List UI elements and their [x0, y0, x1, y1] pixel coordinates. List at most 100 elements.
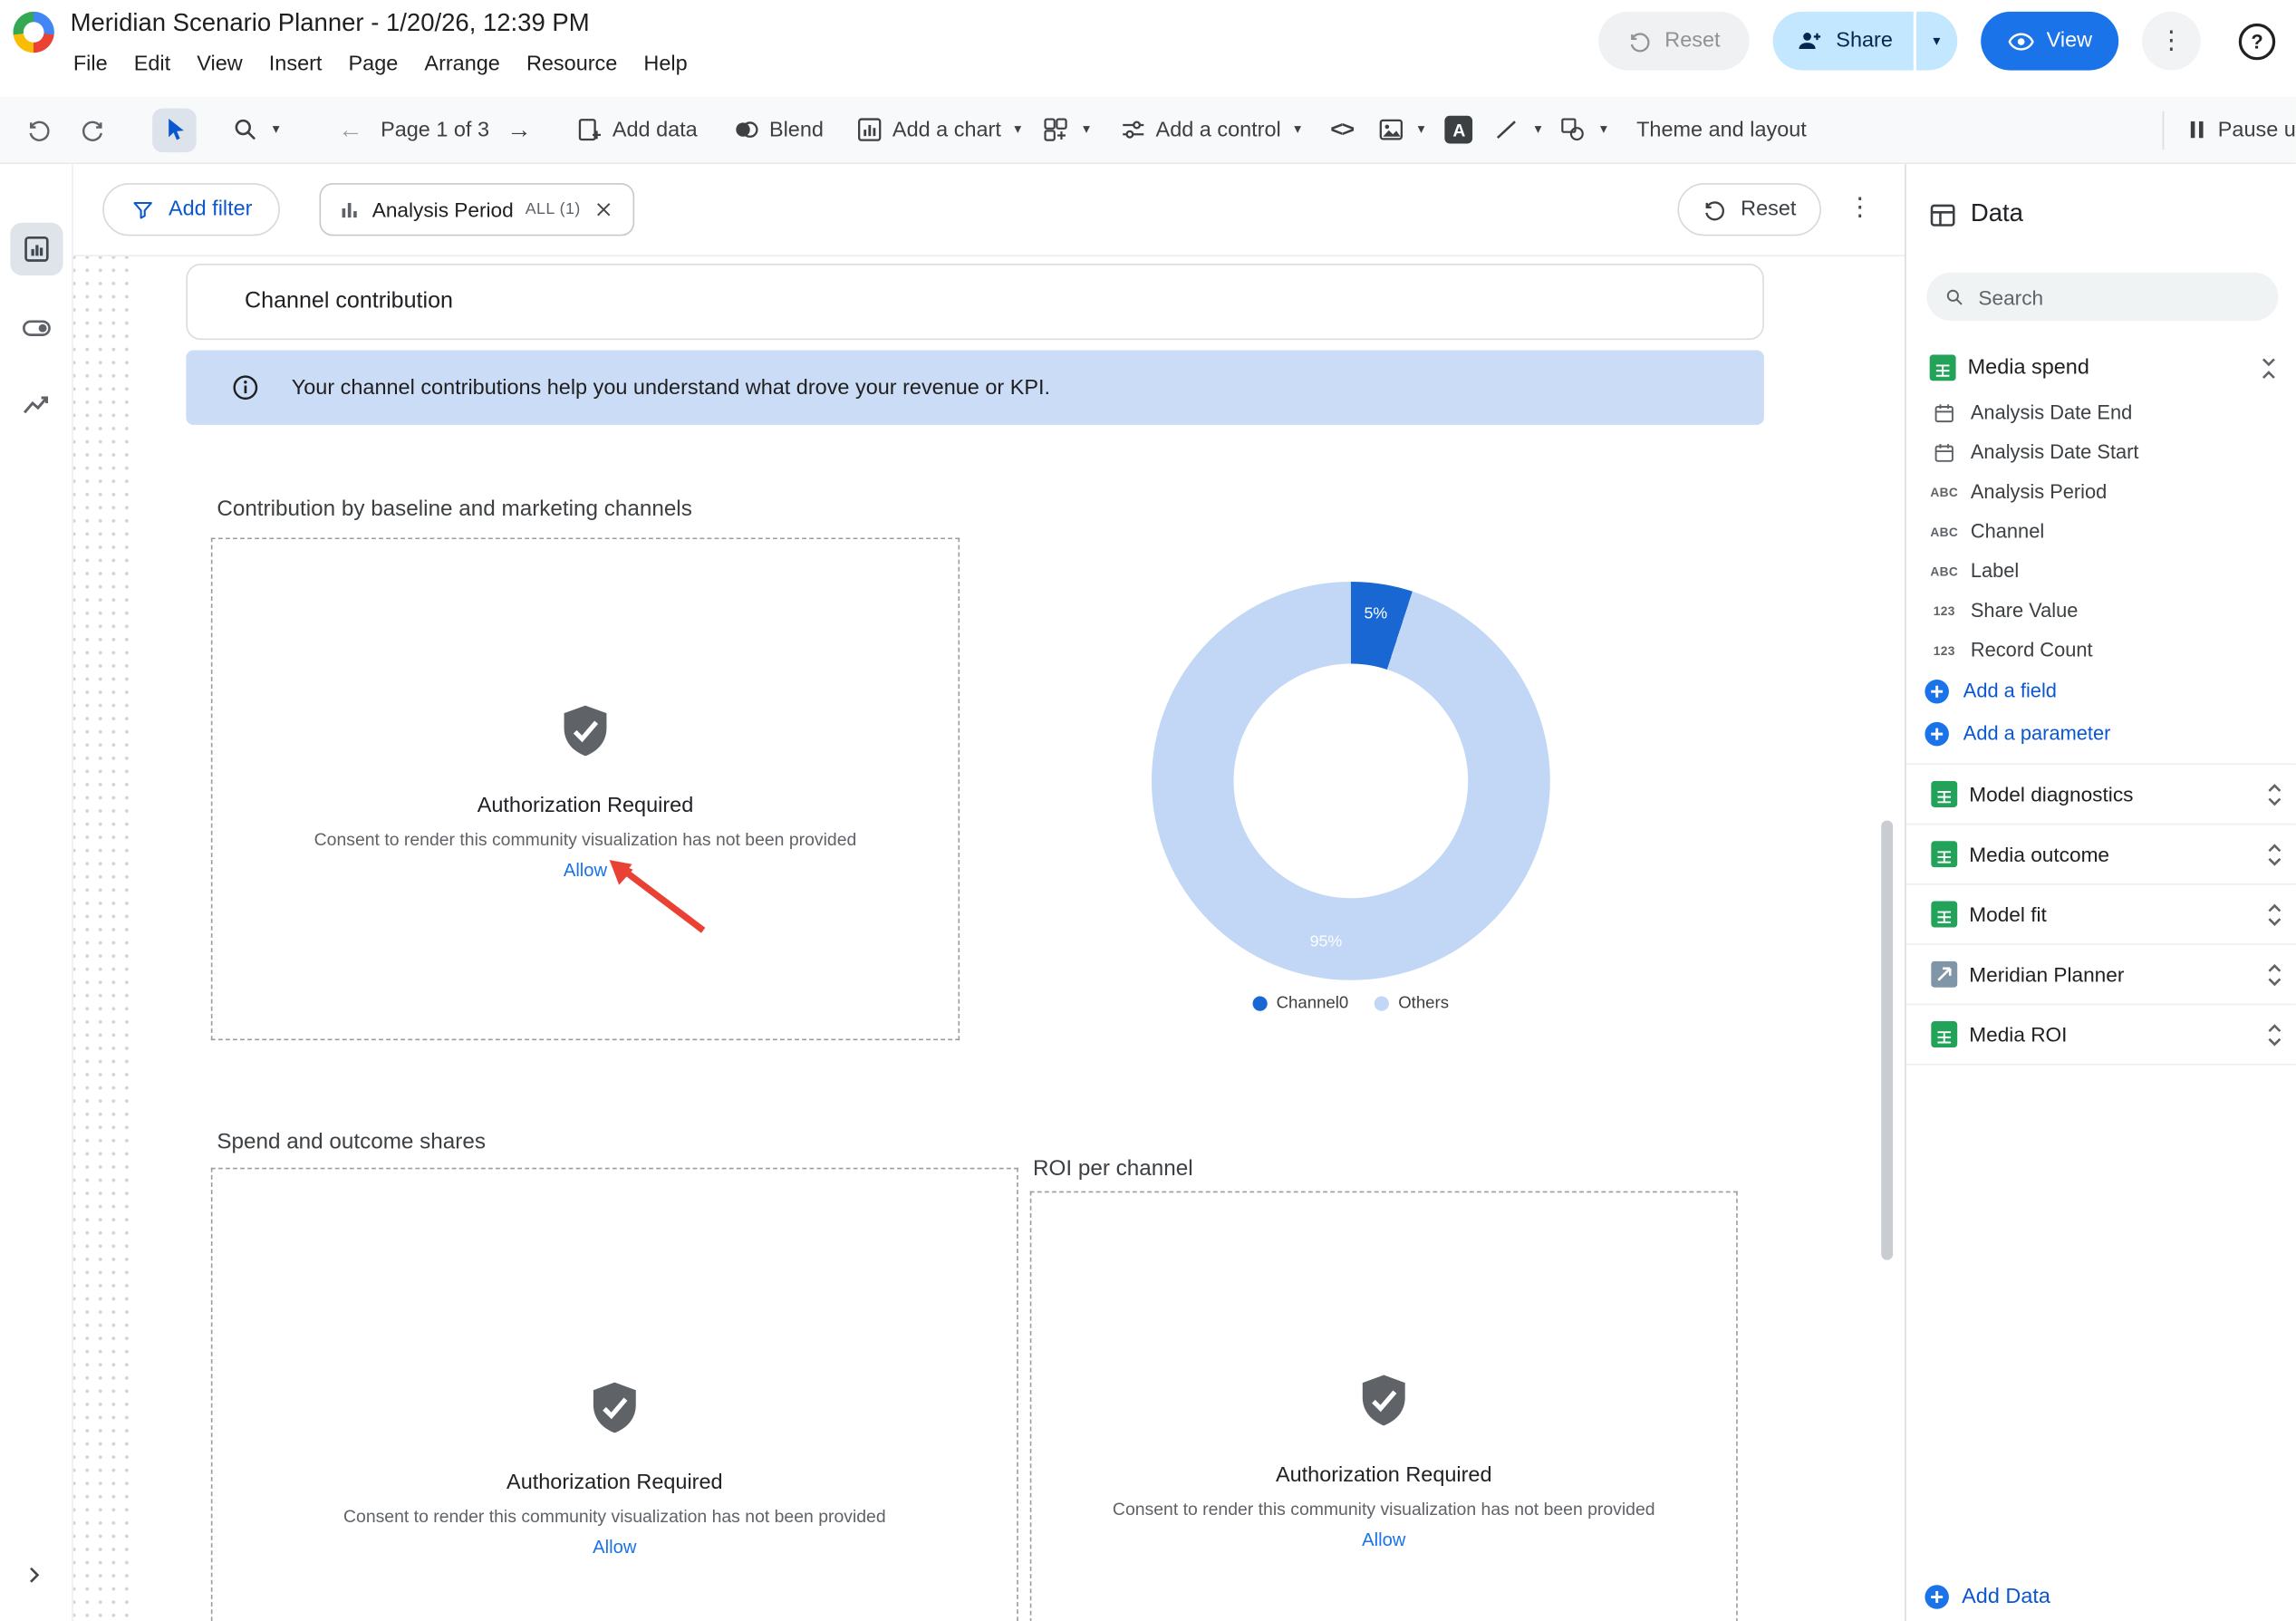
page-indicator[interactable]: Page 1 of 3 — [381, 118, 489, 141]
add-chart-button[interactable]: Add a chart ▾ — [856, 116, 1022, 144]
trend-icon — [21, 390, 53, 422]
analysis-period-filter-chip[interactable]: Analysis Period ALL (1) — [320, 183, 635, 236]
add-data-button[interactable]: Add data — [575, 116, 697, 144]
channel-contribution-card[interactable]: Channel contribution — [186, 264, 1764, 340]
unfold-icon[interactable] — [2265, 902, 2284, 927]
theme-layout-button[interactable]: Theme and layout — [1636, 118, 1807, 141]
sidebar-item-report[interactable] — [10, 223, 63, 275]
unfold-icon[interactable] — [2265, 843, 2284, 867]
add-filter-label: Add filter — [169, 198, 253, 221]
select-tool-button[interactable] — [152, 108, 197, 152]
field-label: Analysis Period — [1971, 480, 2107, 502]
contribution-viz-auth-box[interactable]: Authorization Required Consent to render… — [211, 537, 960, 1040]
section-title-contribution: Contribution by baseline and marketing c… — [217, 497, 692, 521]
share-button[interactable]: Share — [1773, 12, 1914, 71]
data-source-row[interactable]: Model diagnostics — [1906, 765, 2296, 825]
embed-code-button[interactable]: <> — [1330, 117, 1353, 141]
search-icon — [1944, 285, 1965, 309]
channel-contribution-title: Channel contribution — [245, 289, 453, 315]
menu-file[interactable]: File — [60, 50, 121, 79]
data-sources-list: Model diagnostics Media outcome — [1906, 763, 2296, 1065]
pause-updates-button[interactable]: Pause u — [2185, 117, 2296, 141]
next-page-button[interactable]: → — [506, 117, 531, 141]
collapse-icon[interactable] — [2259, 356, 2278, 381]
allow-link[interactable]: Allow — [593, 1537, 636, 1558]
header-more-options-button[interactable]: ⋮ — [2142, 12, 2201, 71]
number-type-icon: 123 — [1930, 603, 1959, 617]
chevron-down-icon: ▾ — [1600, 122, 1607, 136]
field-row[interactable]: Analysis Date End — [1906, 392, 2296, 432]
roi-viz-auth-box[interactable]: Authorization Required Consent to render… — [1030, 1192, 1738, 1621]
previous-page-button[interactable]: ← — [338, 117, 362, 141]
menu-resource[interactable]: Resource — [513, 50, 630, 79]
menu-page[interactable]: Page — [335, 50, 411, 79]
blend-button[interactable]: Blend — [733, 116, 824, 144]
add-control-button[interactable]: Add a control ▾ — [1119, 116, 1301, 144]
view-button[interactable]: View — [1981, 12, 2118, 71]
blend-icon — [733, 116, 761, 144]
redo-button[interactable] — [79, 117, 105, 143]
field-row[interactable]: 123 Record Count — [1906, 630, 2296, 670]
add-field-button[interactable]: Add a field — [1906, 670, 2296, 712]
unfold-icon[interactable] — [2265, 1023, 2284, 1047]
allow-link[interactable]: Allow — [1362, 1529, 1405, 1550]
field-row[interactable]: Analysis Date Start — [1906, 432, 2296, 472]
data-source-row[interactable]: Meridian Planner — [1906, 945, 2296, 1005]
add-data-panel-button[interactable]: Add Data — [1924, 1583, 2050, 1609]
shape-tool-button[interactable]: ▾ — [1559, 116, 1607, 144]
expand-sidebar-button[interactable] — [22, 1563, 45, 1587]
report-title[interactable]: Meridian Scenario Planner - 1/20/26, 12:… — [71, 9, 590, 38]
unfold-icon[interactable] — [2265, 782, 2284, 806]
share-dropdown-button[interactable]: ▾ — [1916, 12, 1957, 71]
data-source-row[interactable]: Media outcome — [1906, 825, 2296, 884]
field-row[interactable]: 123 Share Value — [1906, 591, 2296, 631]
looker-studio-logo-icon[interactable] — [14, 12, 54, 53]
unfold-icon[interactable] — [2265, 962, 2284, 987]
zoom-tool-button[interactable]: ▾ — [231, 116, 279, 144]
help-button[interactable]: ? — [2239, 23, 2275, 59]
donut-chart[interactable]: 5% 95% — [1152, 582, 1550, 980]
text-tool-button[interactable]: A — [1445, 116, 1473, 144]
field-row[interactable]: ABC Channel — [1906, 511, 2296, 551]
add-filter-button[interactable]: Add filter — [102, 183, 280, 236]
add-parameter-button[interactable]: Add a parameter — [1906, 712, 2296, 755]
menu-help[interactable]: Help — [631, 50, 700, 79]
data-source-label: Model fit — [1969, 902, 2047, 926]
insert-image-button[interactable]: ▾ — [1376, 116, 1424, 144]
info-banner[interactable]: Your channel contributions help you unde… — [186, 350, 1764, 424]
header-reset-button[interactable]: Reset — [1599, 12, 1750, 71]
menu-edit[interactable]: Edit — [121, 50, 184, 79]
auth-required-message: Consent to render this community visuali… — [314, 829, 857, 850]
close-icon[interactable] — [593, 198, 616, 221]
text-tool-icon: A — [1452, 120, 1465, 140]
annotation-arrow — [601, 857, 718, 942]
field-search[interactable] — [1926, 273, 2278, 321]
filter-bar-more-button[interactable]: ⋮ — [1847, 193, 1872, 222]
field-row[interactable]: ABC Label — [1906, 551, 2296, 591]
menu-view[interactable]: View — [184, 50, 256, 79]
help-icon: ? — [2251, 30, 2262, 52]
legend-dot-others — [1375, 997, 1389, 1011]
field-row[interactable]: ABC Analysis Period — [1906, 472, 2296, 512]
redo-icon — [79, 117, 105, 143]
field-label: Analysis Date Start — [1971, 441, 2139, 463]
primary-source-row[interactable]: Media spend — [1906, 343, 2296, 392]
menu-insert[interactable]: Insert — [256, 50, 335, 79]
line-tool-button[interactable]: ▾ — [1493, 116, 1541, 144]
undo-button[interactable] — [26, 117, 53, 143]
search-input[interactable] — [1978, 285, 2261, 309]
looker-studio-app: Meridian Scenario Planner - 1/20/26, 12:… — [0, 0, 2296, 1621]
auth-required-message: Consent to render this community visuali… — [343, 1506, 886, 1527]
person-add-icon — [1797, 28, 1823, 54]
filter-reset-button[interactable]: Reset — [1678, 183, 1821, 236]
data-source-row[interactable]: Media ROI — [1906, 1005, 2296, 1065]
canvas-scrollbar[interactable] — [1881, 821, 1893, 1260]
menu-arrange[interactable]: Arrange — [411, 50, 514, 79]
chevron-down-icon: ▾ — [1294, 122, 1301, 136]
sidebar-item-controls[interactable] — [21, 312, 53, 344]
data-source-row[interactable]: Model fit — [1906, 885, 2296, 945]
shield-icon — [1356, 1373, 1411, 1432]
community-visualizations-button[interactable]: ▾ — [1042, 116, 1090, 144]
sidebar-item-insights[interactable] — [21, 390, 53, 422]
spend-viz-auth-box[interactable]: Authorization Required Consent to render… — [211, 1168, 1018, 1621]
